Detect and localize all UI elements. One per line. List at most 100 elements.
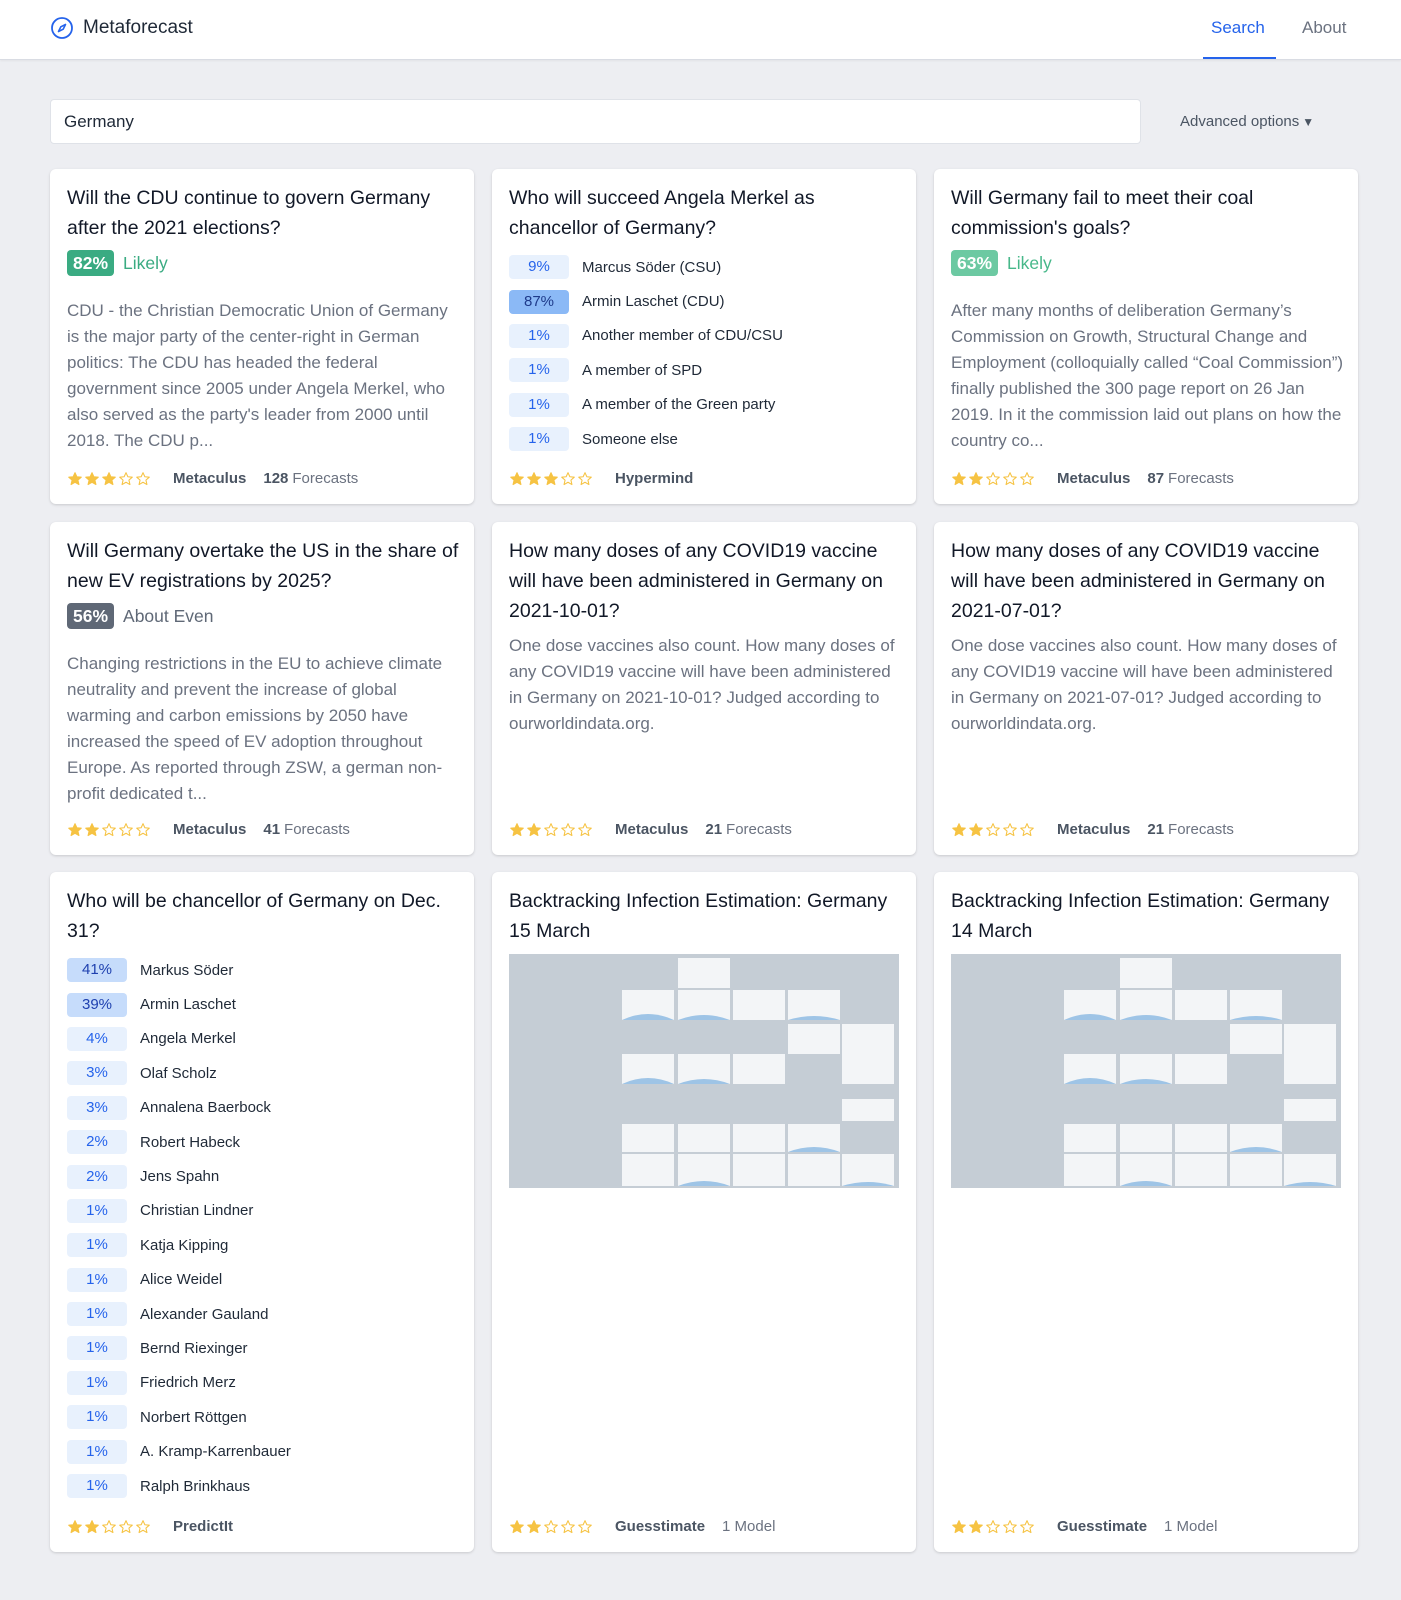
option-probability: 1% bbox=[67, 1370, 127, 1395]
option-row: 9% Marcus Söder (CSU) bbox=[509, 250, 783, 284]
star-empty-icon bbox=[1003, 471, 1017, 485]
question-title[interactable]: Will Germany fail to meet their coal com… bbox=[951, 183, 1346, 243]
stars-rating bbox=[509, 822, 593, 838]
card-footer: Guesstimate 1 Model bbox=[509, 1518, 775, 1535]
option-probability: 1% bbox=[67, 1233, 127, 1258]
option-name: Robert Habeck bbox=[140, 1133, 241, 1151]
question-card[interactable]: Will Germany fail to meet their coal com… bbox=[934, 169, 1358, 504]
star-filled-icon bbox=[68, 822, 82, 836]
option-row: 1% A member of SPD bbox=[509, 353, 783, 387]
question-title[interactable]: Backtracking Infection Estimation: Germa… bbox=[509, 886, 904, 946]
question-title[interactable]: How many doses of any COVID19 vaccine wi… bbox=[951, 536, 1346, 626]
stars-rating bbox=[67, 1519, 151, 1535]
star-empty-icon bbox=[986, 822, 1000, 836]
option-probability: 39% bbox=[67, 992, 127, 1017]
option-row: 1% Alexander Gauland bbox=[67, 1297, 291, 1331]
option-name: Norbert Röttgen bbox=[140, 1408, 247, 1426]
option-name: Jens Spahn bbox=[140, 1168, 220, 1186]
option-probability: 1% bbox=[67, 1267, 127, 1292]
card-footer: Metaculus 21 Forecasts bbox=[509, 821, 792, 838]
question-description: CDU - the Christian Democratic Union of … bbox=[67, 301, 448, 450]
question-description: One dose vaccines also count. How many d… bbox=[951, 636, 1337, 733]
star-filled-icon bbox=[85, 1519, 99, 1533]
option-row: 1% Ralph Brinkhaus bbox=[67, 1469, 291, 1503]
tab-about[interactable]: About bbox=[1302, 18, 1346, 38]
question-card[interactable]: Backtracking Infection Estimation: Germa… bbox=[492, 872, 916, 1552]
option-name: A member of SPD bbox=[582, 361, 703, 379]
option-probability: 1% bbox=[509, 323, 569, 348]
question-card[interactable]: Who will be chancellor of Germany on Dec… bbox=[50, 872, 474, 1552]
forecast-count: 21 bbox=[705, 821, 723, 838]
option-row: 3% Olaf Scholz bbox=[67, 1056, 291, 1090]
option-name: Someone else bbox=[582, 430, 678, 448]
forecast-count: 128 bbox=[263, 470, 289, 487]
platform-name: Guesstimate bbox=[615, 1518, 706, 1535]
star-filled-icon bbox=[952, 471, 966, 485]
forecast-count: 21 bbox=[1147, 821, 1165, 838]
star-empty-icon bbox=[561, 822, 575, 836]
option-row: 87% Armin Laschet (CDU) bbox=[509, 284, 783, 318]
forecast-label: Forecasts bbox=[292, 470, 359, 487]
brand-logo-link[interactable]: Metaforecast bbox=[50, 16, 193, 40]
option-name: Armin Laschet bbox=[140, 996, 236, 1014]
brand-name: Metaforecast bbox=[83, 17, 193, 38]
star-filled-icon bbox=[85, 471, 99, 485]
question-card[interactable]: Will Germany overtake the US in the shar… bbox=[50, 522, 474, 855]
question-card[interactable]: How many doses of any COVID19 vaccine wi… bbox=[934, 522, 1358, 855]
question-title[interactable]: Will the CDU continue to govern Germany … bbox=[67, 183, 462, 243]
advanced-options-toggle[interactable]: Advanced options ▼ bbox=[1180, 113, 1314, 130]
option-name: Ralph Brinkhaus bbox=[140, 1477, 251, 1495]
star-filled-icon bbox=[544, 471, 558, 485]
star-empty-icon bbox=[578, 1519, 592, 1533]
star-empty-icon bbox=[1020, 1519, 1034, 1533]
star-filled-icon bbox=[527, 822, 541, 836]
option-row: 1% Alice Weidel bbox=[67, 1263, 291, 1297]
platform-name: PredictIt bbox=[173, 1518, 234, 1535]
platform-name: Guesstimate bbox=[1057, 1518, 1148, 1535]
question-title[interactable]: Who will be chancellor of Germany on Dec… bbox=[67, 886, 462, 946]
platform-name: Hypermind bbox=[615, 470, 694, 487]
option-name: Armin Laschet (CDU) bbox=[582, 293, 725, 311]
question-card[interactable]: Will the CDU continue to govern Germany … bbox=[50, 169, 474, 504]
option-probability: 4% bbox=[67, 1026, 127, 1051]
star-empty-icon bbox=[986, 471, 1000, 485]
star-filled-icon bbox=[510, 822, 524, 836]
option-row: 39% Armin Laschet bbox=[67, 987, 291, 1021]
question-title[interactable]: Will Germany overtake the US in the shar… bbox=[67, 536, 462, 596]
star-empty-icon bbox=[986, 1519, 1000, 1533]
option-probability: 1% bbox=[67, 1474, 127, 1499]
question-title[interactable]: How many doses of any COVID19 vaccine wi… bbox=[509, 536, 904, 626]
question-card[interactable]: Backtracking Infection Estimation: Germa… bbox=[934, 872, 1358, 1552]
platform-name: Metaculus bbox=[173, 821, 247, 838]
question-card[interactable]: How many doses of any COVID19 vaccine wi… bbox=[492, 522, 916, 855]
star-empty-icon bbox=[578, 471, 592, 485]
option-row: 2% Jens Spahn bbox=[67, 1159, 291, 1193]
question-title[interactable]: Who will succeed Angela Merkel as chance… bbox=[509, 183, 904, 243]
option-name: Angela Merkel bbox=[140, 1030, 236, 1048]
question-card[interactable]: Who will succeed Angela Merkel as chance… bbox=[492, 169, 916, 504]
option-row: 41% Markus Söder bbox=[67, 953, 291, 987]
options-list: 9% Marcus Söder (CSU) 87% Armin Laschet (CD… bbox=[509, 250, 783, 456]
guesstimate-model-preview bbox=[509, 954, 899, 1188]
probability-label: Likely bbox=[1007, 252, 1052, 273]
question-title[interactable]: Backtracking Infection Estimation: Germa… bbox=[951, 886, 1346, 946]
stars-rating bbox=[509, 1519, 593, 1535]
option-probability: 3% bbox=[67, 1061, 127, 1086]
option-row: 1% Someone else bbox=[509, 422, 783, 456]
card-footer: Metaculus 87 Forecasts bbox=[951, 470, 1234, 487]
model-count: 1 Model bbox=[1164, 1518, 1218, 1535]
star-empty-icon bbox=[1020, 471, 1034, 485]
option-probability: 1% bbox=[67, 1439, 127, 1464]
option-name: A. Kramp-Karrenbauer bbox=[140, 1443, 291, 1461]
star-empty-icon bbox=[119, 471, 133, 485]
model-count: 1 Model bbox=[722, 1518, 776, 1535]
option-name: Annalena Baerbock bbox=[140, 1099, 271, 1117]
advanced-options-label: Advanced options bbox=[1180, 113, 1300, 130]
card-footer: Metaculus 41 Forecasts bbox=[67, 821, 350, 838]
card-footer: Metaculus 128 Forecasts bbox=[67, 470, 358, 487]
option-row: 4% Angela Merkel bbox=[67, 1022, 291, 1056]
search-input[interactable] bbox=[50, 99, 1141, 144]
tab-search[interactable]: Search bbox=[1211, 18, 1265, 38]
option-name: Alexander Gauland bbox=[140, 1305, 269, 1323]
option-name: Christian Lindner bbox=[140, 1202, 254, 1220]
